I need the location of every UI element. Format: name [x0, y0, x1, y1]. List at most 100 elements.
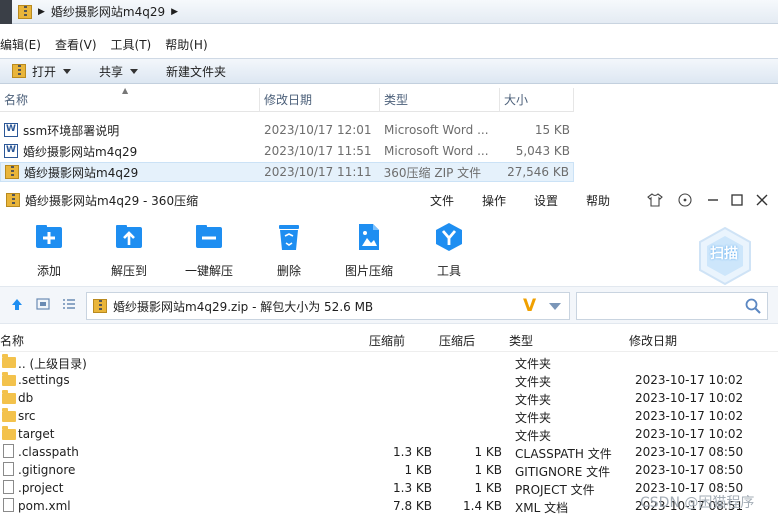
- menu-operate[interactable]: 操作: [482, 192, 534, 209]
- file-type: 360压缩 ZIP 文件: [383, 165, 482, 180]
- archive-row-type: 文件夹: [515, 429, 552, 443]
- menu-help[interactable]: 帮助(H): [165, 36, 207, 53]
- zip-icon: [12, 64, 26, 78]
- menu-file[interactable]: 文件: [430, 192, 482, 209]
- open-button[interactable]: 打开: [12, 63, 72, 80]
- search-icon[interactable]: [745, 298, 761, 314]
- column-name[interactable]: 名称: [0, 332, 24, 349]
- column-original-size[interactable]: 压缩前: [369, 332, 405, 349]
- minimize-icon[interactable]: [704, 191, 722, 209]
- maximize-icon[interactable]: [728, 191, 746, 209]
- archive-row-type: 文件夹: [515, 375, 552, 389]
- file-date: 2023/10/17 12:01: [264, 123, 372, 137]
- breadcrumb[interactable]: ▶ 婚纱摄影网站m4q29 ▶: [18, 3, 178, 20]
- up-arrow-icon[interactable]: [10, 297, 24, 314]
- archive-row[interactable]: target 文件夹 2023-10-17 10:02: [0, 425, 778, 443]
- menu-bar: 编辑(E) 查看(V) 工具(T) 帮助(H): [0, 34, 778, 54]
- archive-path-text: 婚纱摄影网站m4q29.zip - 解包大小为 52.6 MB: [113, 299, 374, 314]
- new-folder-button[interactable]: 新建文件夹: [166, 63, 226, 80]
- zip-icon: [18, 4, 32, 19]
- tools-button-label: 工具: [436, 264, 461, 278]
- column-size[interactable]: 大小: [500, 87, 574, 112]
- menu-view[interactable]: 查看(V): [55, 36, 97, 53]
- address-bar-edge: [0, 0, 12, 24]
- menu-settings[interactable]: 设置: [534, 192, 586, 209]
- file-icon: [3, 480, 14, 494]
- archive-row-type: GITIGNORE 文件: [515, 465, 611, 479]
- file-row-selected[interactable]: 婚纱摄影网站m4q29 2023/10/17 11:11 360压缩 ZIP 文…: [0, 162, 574, 182]
- archive-row[interactable]: .gitignore 1 KB 1 KB GITIGNORE 文件 2023-10-17…: [0, 461, 778, 479]
- column-type[interactable]: 类型: [380, 87, 500, 112]
- sort-up-icon: ▲: [122, 85, 129, 95]
- close-icon[interactable]: [753, 191, 771, 209]
- skin-shirt-icon[interactable]: [646, 191, 664, 209]
- v-logo-icon[interactable]: V: [523, 296, 536, 316]
- image-compress-button[interactable]: 图片压缩: [337, 222, 401, 279]
- thumbnail-view-icon[interactable]: [36, 298, 50, 313]
- breadcrumb-chevron-icon[interactable]: ▶: [38, 7, 45, 17]
- extract-to-button[interactable]: 解压到: [97, 222, 161, 279]
- title-bar: 婚纱摄影网站m4q29 - 360压缩 文件 操作 设置 帮助: [0, 186, 778, 214]
- dropdown-arrow-icon: [63, 68, 72, 74]
- list-view-icon[interactable]: [62, 298, 76, 313]
- folder-icon: [2, 408, 16, 422]
- search-input[interactable]: [576, 292, 768, 320]
- file-date: 2023/10/17 11:11: [264, 165, 372, 179]
- column-date[interactable]: 修改日期: [260, 87, 380, 112]
- file-row[interactable]: ssm环境部署说明 2023/10/17 12:01 Microsoft Wor…: [0, 120, 574, 140]
- menu-help[interactable]: 帮助: [586, 192, 638, 209]
- image-compress-icon: [354, 222, 384, 252]
- menu-edit[interactable]: 编辑(E): [0, 36, 41, 53]
- explorer-column-header: 名称 ▲ 修改日期 类型 大小: [0, 85, 574, 112]
- word-doc-icon: [4, 123, 18, 137]
- column-name[interactable]: 名称 ▲: [0, 85, 260, 112]
- archive-row[interactable]: .settings 文件夹 2023-10-17 10:02: [0, 371, 778, 389]
- archive-row-name: target: [18, 427, 55, 441]
- folder-icon: [2, 354, 16, 368]
- delete-button[interactable]: 删除: [257, 222, 321, 279]
- archive-row[interactable]: src 文件夹 2023-10-17 10:02: [0, 407, 778, 425]
- menu-tools[interactable]: 工具(T): [111, 36, 152, 53]
- column-packed-size[interactable]: 压缩后: [439, 332, 475, 349]
- file-row[interactable]: 婚纱摄影网站m4q29 2023/10/17 11:51 Microsoft W…: [0, 141, 574, 161]
- tools-button[interactable]: 工具: [417, 222, 481, 279]
- share-button-label: 共享: [99, 64, 124, 79]
- file-icon: [3, 462, 14, 476]
- archive-row-orig: 1 KB: [404, 463, 432, 477]
- one-click-extract-button[interactable]: 一键解压: [177, 222, 241, 279]
- share-button[interactable]: 共享: [99, 63, 139, 80]
- archive-row-name: .classpath: [18, 445, 79, 459]
- archive-row[interactable]: .. (上级目录) 文件夹: [0, 353, 778, 371]
- delete-button-label: 删除: [276, 264, 301, 278]
- archive-path-field[interactable]: 婚纱摄影网站m4q29.zip - 解包大小为 52.6 MB V: [86, 292, 570, 320]
- file-icon: [3, 444, 14, 458]
- zip-icon: [93, 299, 107, 313]
- archive-row-type: XML 文档: [515, 501, 569, 515]
- file-size: 5,043 KB: [515, 144, 570, 158]
- breadcrumb-chevron-icon[interactable]: ▶: [171, 7, 178, 17]
- archive-row-name: .project: [18, 481, 64, 495]
- archive-row[interactable]: .classpath 1.3 KB 1 KB CLASSPATH 文件 2023-10-…: [0, 443, 778, 461]
- add-button[interactable]: 添加: [17, 222, 81, 279]
- archive-row-type: PROJECT 文件: [515, 483, 595, 497]
- address-bar[interactable]: ▶ 婚纱摄影网站m4q29 ▶: [0, 0, 778, 24]
- chevron-down-icon[interactable]: [549, 303, 561, 310]
- column-type[interactable]: 类型: [509, 332, 533, 349]
- add-button-label: 添加: [36, 264, 61, 278]
- archive-row-date: 2023-10-17 08:50: [635, 463, 744, 477]
- column-type-label: 类型: [384, 93, 409, 107]
- main-toolbar: 添加 解压到 一键解压 删除 图片压缩 工具: [0, 214, 778, 282]
- breadcrumb-item[interactable]: 婚纱摄影网站m4q29: [51, 3, 165, 20]
- file-name: 婚纱摄影网站m4q29: [23, 144, 138, 159]
- feedback-icon[interactable]: [676, 191, 694, 209]
- archive-row[interactable]: db 文件夹 2023-10-17 10:02: [0, 389, 778, 407]
- path-bar: 婚纱摄影网站m4q29.zip - 解包大小为 52.6 MB V: [0, 286, 778, 324]
- scan-button[interactable]: 扫描: [696, 226, 754, 288]
- column-size-label: 大小: [504, 93, 529, 107]
- column-modified[interactable]: 修改日期: [629, 332, 677, 349]
- archive-row-date: 2023-10-17 10:02: [635, 427, 744, 441]
- one-click-extract-icon: [194, 222, 224, 252]
- archive-row-type: 文件夹: [515, 357, 552, 371]
- archive-row-name: src: [18, 409, 36, 423]
- new-folder-button-label: 新建文件夹: [166, 64, 227, 79]
